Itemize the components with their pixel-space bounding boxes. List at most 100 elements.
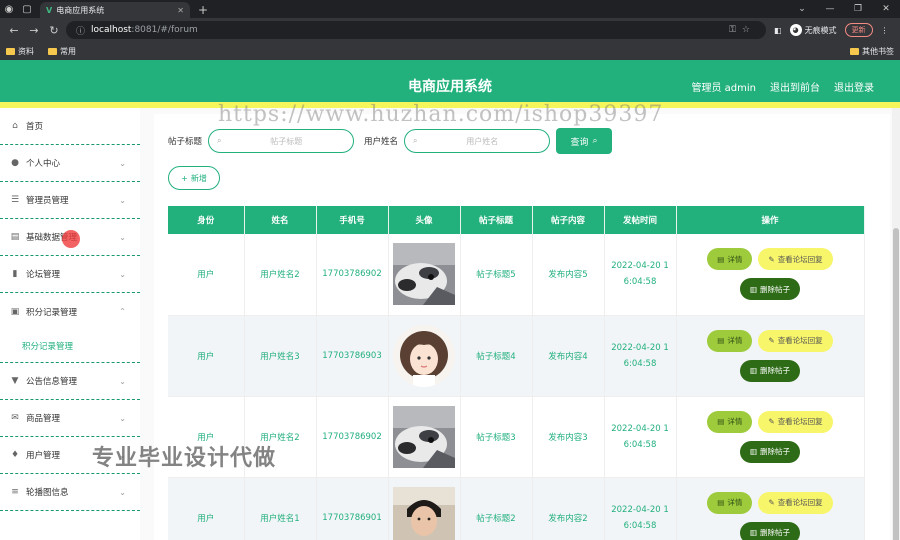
mail-icon: ✉ [11, 413, 19, 423]
detail-button[interactable]: ▤ 详情 [707, 410, 753, 433]
cell-time: 2022-04-20 1 6:04:58 [604, 315, 677, 397]
sidebar-item-goods[interactable]: ✉ 商品管理 ⌄ [0, 400, 140, 437]
sidebar-item-forum[interactable]: ▮ 论坛管理 ⌄ [0, 256, 140, 293]
back-to-front-link[interactable]: 退出到前台 [770, 79, 820, 94]
detail-button[interactable]: ▤ 详情 [707, 329, 753, 352]
chevron-down-icon: ⌄ [119, 376, 126, 386]
browser-tab[interactable]: V 电商应用系统 ✕ [40, 2, 190, 18]
search-button[interactable]: 查询 ⌕ [556, 128, 613, 154]
cell-phone: 17703786901 [316, 477, 389, 540]
folder-icon [48, 47, 57, 55]
chevron-down-icon: ⌄ [119, 195, 126, 205]
cell-time: 2022-04-20 1 6:04:58 [604, 396, 677, 478]
incognito-indicator[interactable]: ◕ 无痕模式 [789, 24, 837, 36]
window-controls: ⌄ — ❐ ✕ [788, 0, 900, 18]
sidebar-item-label: 论坛管理 [26, 270, 61, 280]
bookmark-label: 常用 [60, 46, 76, 56]
reload-icon[interactable]: ↻ [46, 24, 62, 37]
delete-post-button[interactable]: ▥ 删除帖子 [739, 278, 801, 301]
view-replies-button[interactable]: ✎ 查看论坛回复 [758, 410, 833, 433]
folder-icon: ▤ [10, 232, 20, 242]
view-replies-button[interactable]: ✎ 查看论坛回复 [758, 248, 833, 271]
view-replies-button[interactable]: ✎ 查看论坛回复 [758, 491, 833, 514]
avatar[interactable] [393, 486, 455, 540]
avatar[interactable] [393, 405, 455, 468]
sidebar-subitem-points[interactable]: 积分记录管理 [0, 330, 140, 363]
view-replies-button[interactable]: ✎ 查看论坛回复 [758, 329, 833, 352]
add-button[interactable]: + 新增 [168, 166, 220, 190]
chevron-down-icon: ⌄ [119, 487, 126, 497]
back-icon[interactable]: ← [6, 24, 22, 37]
key-icon[interactable]: ⚿ [729, 25, 742, 35]
url-field[interactable]: ⓘ localhost:8081/#/forum ⚿☆ [66, 21, 766, 39]
scrollbar-thumb[interactable] [893, 228, 899, 540]
avatar[interactable] [393, 324, 455, 387]
cell-time: 2022-04-20 1 6:04:58 [604, 477, 677, 540]
row-actions: ▤ 详情 ✎ 查看论坛回复 ▥ 删除帖子 [677, 248, 864, 301]
avatar[interactable] [393, 243, 455, 306]
col-role[interactable]: 身份 [168, 206, 245, 234]
maximize-icon[interactable]: ❐ [844, 4, 872, 14]
star-icon[interactable]: ☆ [742, 25, 756, 35]
chevron-down-icon: ⌄ [119, 232, 126, 242]
sidebar-item-personal[interactable]: ● 个人中心 ⌄ [0, 145, 140, 182]
update-button[interactable]: 更新 [844, 23, 873, 37]
detail-label: 详情 [727, 498, 743, 507]
time-line-1: 2022-04-20 1 [611, 504, 669, 515]
col-name[interactable]: 姓名 [244, 206, 317, 234]
delete-post-button[interactable]: ▥ 删除帖子 [739, 521, 801, 540]
sidepanel-icon[interactable]: ◧ [774, 26, 782, 35]
detail-label: 详情 [727, 336, 743, 345]
tab-square-icon[interactable]: ▢ [18, 0, 36, 18]
clipboard-icon: ▣ [10, 306, 20, 317]
sidebar-item-label: 用户管理 [26, 451, 61, 461]
search-icon: ⌕ [592, 136, 598, 146]
kebab-menu-icon[interactable]: ⋮ [881, 26, 889, 35]
logout-link[interactable]: 退出登录 [834, 79, 874, 94]
sidebar-item-points[interactable]: ▣ 积分记录管理 ⌃ [0, 293, 140, 330]
col-title[interactable]: 帖子标题 [460, 206, 533, 234]
post-title-placeholder: 帖子标题 [270, 136, 303, 146]
sidebar-item-label: 管理员管理 [26, 196, 69, 206]
page-scrollbar[interactable] [892, 108, 900, 540]
sidebar-item-home[interactable]: ⌂ 首页 [0, 108, 140, 145]
minimize-icon[interactable]: — [816, 4, 844, 14]
new-tab-icon[interactable]: + [198, 2, 208, 18]
bookmark-folder-1[interactable]: 资料 [6, 46, 34, 57]
sidebar-item-notice[interactable]: ▼ 公告信息管理 ⌄ [0, 363, 140, 400]
bookmark-folder-2[interactable]: 常用 [48, 46, 76, 57]
detail-button[interactable]: ▤ 详情 [707, 491, 753, 514]
forward-icon[interactable]: → [26, 24, 42, 37]
col-content[interactable]: 帖子内容 [532, 206, 605, 234]
cell-actions: ▤ 详情 ✎ 查看论坛回复 ▥ 删除帖子 [676, 234, 865, 316]
other-bookmarks[interactable]: 其他书签 [850, 46, 894, 57]
cell-phone: 17703786902 [316, 234, 389, 316]
col-phone[interactable]: 手机号 [316, 206, 389, 234]
search-form: 帖子标题 ⌕ 帖子标题 用户姓名 ⌕ 用户姓名 查询 ⌕ [168, 128, 613, 154]
cell-name: 用户姓名1 [244, 477, 317, 540]
chevron-down-icon[interactable]: ⌄ [788, 4, 816, 14]
cell-title: 帖子标题2 [460, 477, 533, 540]
sidebar-item-label: 公告信息管理 [26, 377, 78, 387]
folder-icon [6, 47, 15, 55]
detail-button[interactable]: ▤ 详情 [707, 248, 753, 271]
sidebar-item-carousel[interactable]: ≡ 轮播图信息 ⌄ [0, 474, 140, 511]
close-window-icon[interactable]: ✕ [872, 4, 900, 14]
site-info-icon[interactable]: ⓘ [76, 24, 85, 37]
browser-menu-icon[interactable]: ◉ [0, 0, 18, 18]
delete-post-button[interactable]: ▥ 删除帖子 [739, 440, 801, 463]
col-avatar[interactable]: 头像 [388, 206, 461, 234]
sidebar-item-admin[interactable]: ☰ 管理员管理 ⌄ [0, 182, 140, 219]
col-time[interactable]: 发帖时间 [604, 206, 677, 234]
view-replies-label: 查看论坛回复 [777, 336, 823, 345]
trash-icon: ▥ [749, 284, 758, 294]
delete-post-button[interactable]: ▥ 删除帖子 [739, 359, 801, 382]
time-line-2: 6:04:58 [623, 520, 657, 531]
user-name-input[interactable]: ⌕ 用户姓名 [404, 129, 551, 153]
close-tab-icon[interactable]: ✕ [177, 6, 184, 15]
time-line-1: 2022-04-20 1 [611, 342, 669, 353]
list-icon: ≡ [11, 487, 19, 497]
cell-role: 用户 [168, 234, 245, 316]
table-row: 用户 用户姓名2 17703786902 帖子标题5 发布内容5 2022-04-20 1… [168, 234, 865, 316]
post-title-input[interactable]: ⌕ 帖子标题 [208, 129, 355, 153]
